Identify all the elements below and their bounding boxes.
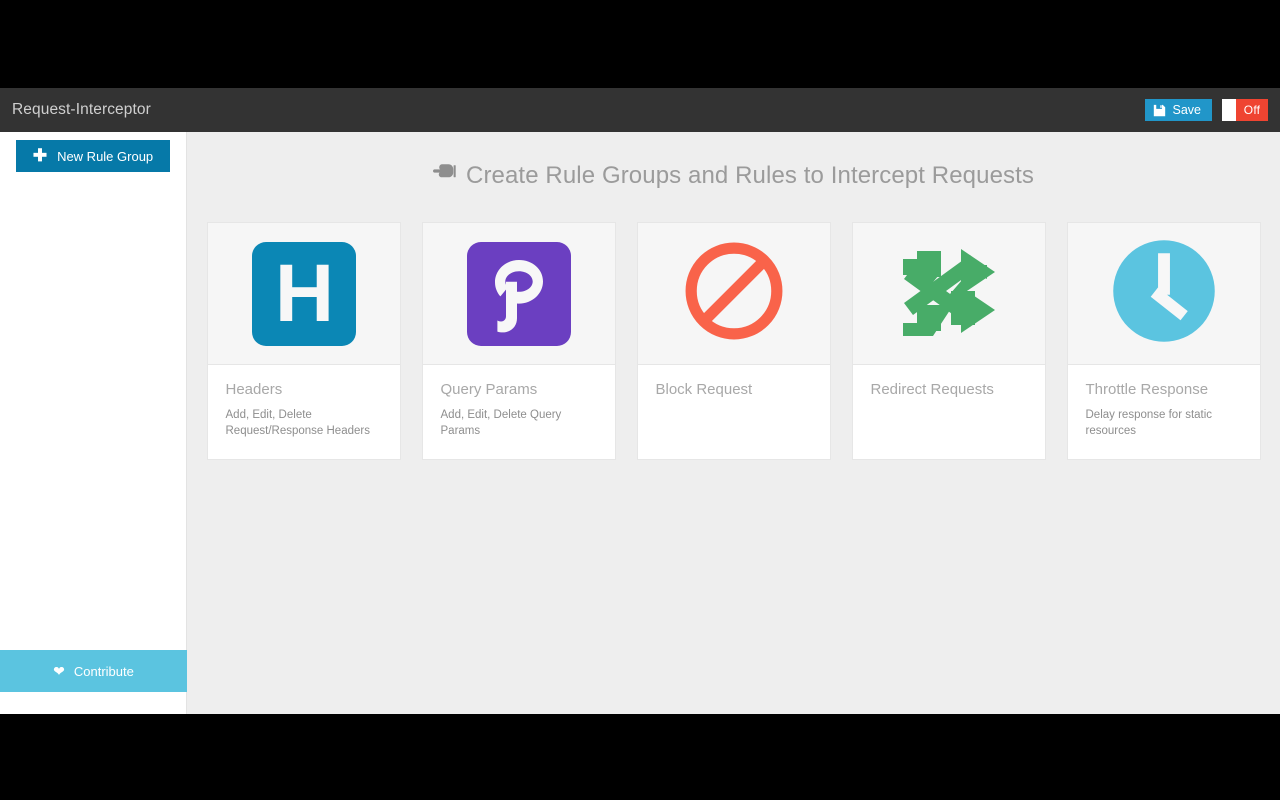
app-header-actions: Save Off: [1145, 99, 1280, 121]
card-title: Redirect Requests: [871, 381, 1027, 399]
card-media: H: [208, 223, 400, 365]
new-rule-group-button[interactable]: ✚ New Rule Group: [16, 140, 170, 172]
app-title: Request-Interceptor: [12, 101, 151, 119]
card-media: [853, 223, 1045, 365]
page-headline: Create Rule Groups and Rules to Intercep…: [187, 132, 1280, 190]
block-no-entry-icon: [683, 240, 785, 347]
enable-toggle-knob[interactable]: [1222, 99, 1236, 121]
card-title: Headers: [226, 381, 382, 399]
floppy-disk-icon: [1153, 104, 1166, 117]
main-content: Create Rule Groups and Rules to Intercep…: [187, 132, 1280, 714]
rule-type-card-block-request[interactable]: Block Request: [637, 222, 831, 460]
rule-type-card-throttle-response[interactable]: Throttle Response Delay response for sta…: [1067, 222, 1261, 460]
plus-icon: ✚: [33, 147, 47, 164]
card-description: Add, Edit, Delete Query Params: [441, 408, 597, 439]
page-headline-text: Create Rule Groups and Rules to Intercep…: [466, 162, 1034, 190]
card-title: Throttle Response: [1086, 381, 1242, 399]
card-description: Delay response for static resources: [1086, 408, 1242, 439]
rule-type-card-redirect-requests[interactable]: Redirect Requests: [852, 222, 1046, 460]
card-description: Add, Edit, Delete Request/Response Heade…: [226, 408, 382, 439]
card-media: [1068, 223, 1260, 365]
rule-type-card-query-params[interactable]: Query Params Add, Edit, Delete Query Par…: [422, 222, 616, 460]
card-body: Block Request: [638, 365, 830, 455]
contribute-button[interactable]: ❤ Contribute: [0, 650, 187, 692]
new-rule-group-label: New Rule Group: [57, 149, 153, 164]
hand-point-left-icon: [433, 161, 457, 190]
save-button-label: Save: [1173, 104, 1202, 117]
card-media: [423, 223, 615, 365]
card-body: Headers Add, Edit, Delete Request/Respon…: [208, 365, 400, 459]
rule-type-card-headers[interactable]: H Headers Add, Edit, Delete Request/Resp…: [207, 222, 401, 460]
headers-h-icon: H: [252, 242, 356, 346]
sidebar: ✚ New Rule Group ❤ Contribute: [0, 132, 187, 714]
shuffle-arrows-icon: [899, 245, 999, 342]
clock-icon: [1110, 237, 1218, 350]
heart-icon: ❤: [53, 664, 65, 678]
card-title: Query Params: [441, 381, 597, 399]
browser-viewport: Request-Interceptor Save Off ✚ New Rule …: [0, 88, 1280, 714]
query-params-p-icon: [467, 242, 571, 346]
save-button[interactable]: Save: [1145, 99, 1213, 121]
rule-type-card-grid: H Headers Add, Edit, Delete Request/Resp…: [187, 222, 1280, 460]
app-header-bar: Request-Interceptor Save Off: [0, 88, 1280, 132]
enable-toggle-label: Off: [1236, 99, 1268, 121]
card-media: [638, 223, 830, 365]
card-title: Block Request: [656, 381, 812, 399]
enable-toggle[interactable]: Off: [1222, 99, 1268, 121]
card-body: Redirect Requests: [853, 365, 1045, 455]
contribute-label: Contribute: [74, 664, 134, 679]
card-body: Query Params Add, Edit, Delete Query Par…: [423, 365, 615, 459]
card-body: Throttle Response Delay response for sta…: [1068, 365, 1260, 459]
